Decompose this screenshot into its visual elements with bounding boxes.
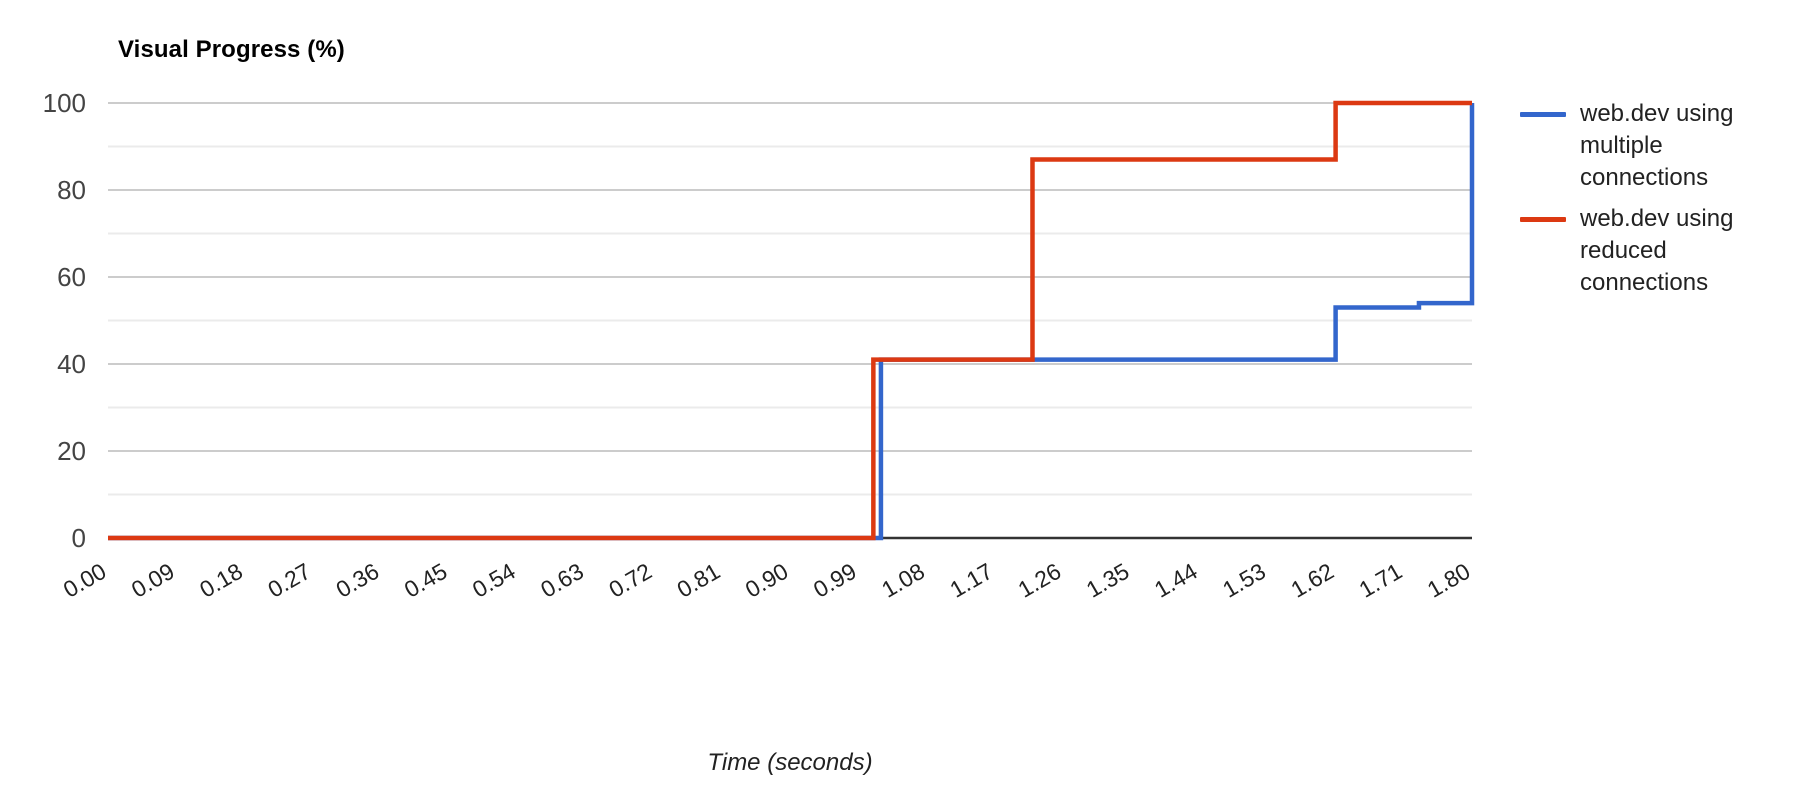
x-axis-tick-label: 1.71 (1355, 558, 1407, 603)
legend-item-multiple-connections[interactable]: web.dev using multiple connections (1520, 98, 1770, 194)
y-axis-tick-label: 0 (72, 523, 86, 553)
minor-gridlines (108, 145, 1472, 496)
legend-color-swatch-blue (1520, 112, 1566, 117)
x-axis-tick-label: 0.27 (263, 558, 315, 603)
legend-item-label: web.dev using multiple connections (1580, 100, 1734, 191)
x-axis-tick-labels: 0.00 0.09 0.18 0.27 0.36 0.45 0.54 0.63 0.72 0.81… (59, 558, 1475, 603)
x-axis-tick-label: 0.45 (400, 558, 452, 603)
x-axis-tick-label: 1.35 (1082, 558, 1134, 603)
y-axis-tick-label: 80 (57, 175, 86, 205)
x-axis-tick-label: 0.72 (604, 558, 656, 603)
chart-container: Visual Progress (%) 0 20 40 60 80 100 0.00 0.0… (0, 0, 1800, 800)
x-axis-tick-label: 1.08 (877, 558, 929, 603)
y-axis-tick-label: 60 (57, 262, 86, 292)
major-gridlines (108, 102, 1472, 452)
x-axis-tick-label: 1.53 (1218, 558, 1270, 603)
x-axis-tick-label: 0.99 (809, 558, 861, 603)
x-axis-tick-label: 0.00 (59, 558, 111, 603)
legend-color-swatch-red (1520, 217, 1566, 222)
y-axis-tick-labels: 0 20 40 60 80 100 (43, 88, 86, 553)
y-axis-tick-label: 40 (57, 349, 86, 379)
x-axis-tick-label: 1.17 (945, 558, 997, 603)
y-axis-tick-label: 20 (57, 436, 86, 466)
x-axis-tick-label: 0.63 (536, 558, 588, 603)
legend-item-label: web.dev using reduced connections (1580, 205, 1734, 296)
x-axis-tick-label: 1.44 (1150, 558, 1202, 603)
x-axis-tick-label: 0.90 (741, 558, 793, 603)
x-axis-tick-label: 1.62 (1286, 558, 1338, 603)
x-axis-tick-label: 0.09 (127, 558, 179, 603)
x-axis-title: Time (seconds) (707, 749, 872, 776)
y-axis-tick-label: 100 (43, 88, 86, 118)
x-axis-tick-label: 1.26 (1014, 558, 1066, 603)
x-axis-tick-label: 0.18 (195, 558, 247, 603)
x-axis-tick-label: 1.80 (1423, 558, 1475, 603)
x-axis-tick-label: 0.36 (332, 558, 384, 603)
legend-item-reduced-connections[interactable]: web.dev using reduced connections (1520, 203, 1770, 299)
x-axis-tick-label: 0.54 (468, 558, 520, 603)
x-axis-tick-label: 0.81 (673, 558, 725, 603)
